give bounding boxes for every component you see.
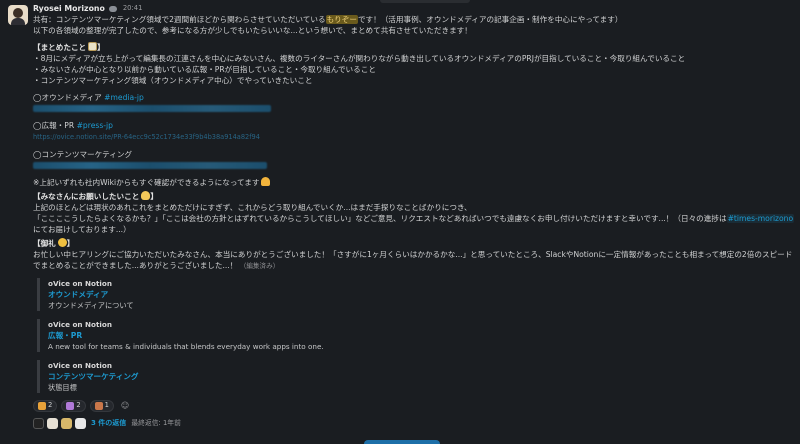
redacted-url-row <box>33 160 793 171</box>
reaction-count: 2 <box>76 401 81 409</box>
preview-title-link[interactable]: コンテンツマーケティング <box>48 371 793 382</box>
thread-avatar <box>75 418 86 429</box>
section-label: ◯広報・PR <box>33 121 75 130</box>
summary-item: ・コンテンツマーケティング領域（オウンドメディア中心）でやっていきたいこと <box>33 76 313 85</box>
request-line: 上記のほとんどは現状のあれこれをまとめただけにすぎず、これからどう取り組んでいく… <box>33 203 472 212</box>
books-icon <box>94 401 103 410</box>
summary-heading-text: 【まとめたこと <box>33 43 87 52</box>
preview-description: 状態目標 <box>48 383 77 392</box>
reaction-button[interactable]: 1 <box>89 399 114 412</box>
redacted-url-row <box>33 103 793 114</box>
thanks-heading: 【御礼 】 <box>33 238 793 249</box>
section-content-marketing: ◯コンテンツマーケティング <box>33 149 793 160</box>
reaction-count: 2 <box>48 401 53 409</box>
thanks-heading-text: 【御礼 <box>33 239 56 248</box>
request-line: にてお届けしております...） <box>33 225 131 234</box>
section-press: ◯広報・PR #press-jp <box>33 120 793 131</box>
thread-avatar <box>47 418 58 429</box>
link-preview[interactable]: oVice on Notion オウンドメディア オウンドメディアについて <box>37 278 793 311</box>
timestamp[interactable]: 20:41 <box>123 3 143 14</box>
thanks-line: でまとめることができました...ありがとうございました...！ （編集済み） <box>33 260 793 272</box>
memo-icon <box>88 42 98 51</box>
link-preview[interactable]: oVice on Notion 広報・PR A new tool for tea… <box>37 319 793 352</box>
summary-item: ・みないさんが中心となり以前から動いている広報・PRが目指していること・今取り組… <box>33 65 376 74</box>
bow-icon <box>57 238 67 247</box>
request-heading-end: 】 <box>150 192 158 201</box>
channel-link[interactable]: #press-jp <box>77 121 113 130</box>
reaction-count: 1 <box>104 401 109 409</box>
greeting-line-2: 以下の各領域の整理が完了したので、参考になる方が少しでもいたらいいな...という… <box>33 26 472 35</box>
greeting-text-end: です！（活用事例、オウンドメディアの記事企画・制作を中心にやってます） <box>357 15 623 24</box>
author-name[interactable]: Ryosei Morizono <box>33 3 105 14</box>
message: Ryosei Morizono 20:41 共有：コンテンツマーケティング領域で… <box>0 0 800 444</box>
add-reaction-icon[interactable]: ☺ <box>118 400 132 412</box>
pray-icon <box>141 191 151 200</box>
request-heading-text: 【みなさんにお願いしたいこと <box>33 192 140 201</box>
request-text: 「ここここうしたらよくなるかも？」「ここは会社の方針とはずれているからこうしてほ… <box>33 214 727 223</box>
person-icon <box>261 177 271 186</box>
redacted-link[interactable] <box>33 162 267 169</box>
thanks-heading-end: 】 <box>66 239 75 248</box>
reactions-bar: 2 2 1 ☺ <box>33 399 793 412</box>
press-url-row: https://ovice.notion.site/PR-64ecc9c52c1… <box>33 131 793 143</box>
preview-source: oVice on Notion <box>48 279 112 288</box>
channel-link[interactable]: #times-morizono <box>726 214 795 223</box>
channel-link[interactable]: #media-jp <box>104 93 144 102</box>
wiki-note-text: ※上記いずれも社内Wikiからもすぐ確認ができるようになってます <box>33 178 260 187</box>
avatar[interactable] <box>8 5 28 25</box>
edited-label: （編集済み） <box>239 262 280 270</box>
new-messages-pill[interactable] <box>364 440 440 444</box>
message-meta: Ryosei Morizono 20:41 <box>33 3 793 14</box>
summary-heading-end: 】 <box>97 43 105 52</box>
thanks-line: お忙しい中ヒアリングにご協力いただいたみなさん、本当にありがとうございました！「… <box>33 250 793 259</box>
summary-item: ・8月にメディアが立ち上がって編集長の江連さんを中心にみないさん、複数のライター… <box>33 54 686 63</box>
section-owned-media: ◯オウンドメディア #media-jp <box>33 92 793 103</box>
summary-heading: 【まとめたこと 】 <box>33 42 793 53</box>
reaction-button[interactable]: 2 <box>61 399 86 412</box>
thread-summary[interactable]: 3 件の返信 最終返信: 1年前 <box>33 417 793 430</box>
request-line: 「ここここうしたらよくなるかも？」「ここは会社の方針とはずれているからこうしてほ… <box>33 213 795 224</box>
highlighted-mention: もりぞー <box>325 15 358 24</box>
thread-last-reply: 最終返信: 1年前 <box>131 419 181 427</box>
thread-reply-count[interactable]: 3 件の返信 <box>91 418 126 429</box>
preview-title-link[interactable]: オウンドメディア <box>48 289 793 300</box>
thanks-text: でまとめることができました...ありがとうございました...！ <box>33 261 238 270</box>
party-popper-icon <box>38 401 46 410</box>
section-label: ◯コンテンツマーケティング <box>33 150 133 159</box>
preview-source: oVice on Notion <box>48 320 112 329</box>
preview-title-link[interactable]: 広報・PR <box>48 330 793 341</box>
thread-avatar <box>61 418 72 429</box>
sparkle-grid-icon <box>66 401 75 410</box>
reaction-button[interactable]: 2 <box>33 399 58 412</box>
status-emoji-icon <box>108 5 117 12</box>
redacted-link[interactable] <box>33 105 271 112</box>
preview-source: oVice on Notion <box>48 361 112 370</box>
wiki-note: ※上記いずれも社内Wikiからもすぐ確認ができるようになってます <box>33 177 793 188</box>
message-body: Ryosei Morizono 20:41 共有：コンテンツマーケティング領域で… <box>33 3 795 430</box>
request-heading: 【みなさんにお願いしたいこと 】 <box>33 191 793 202</box>
thread-avatar <box>33 418 44 429</box>
preview-description: オウンドメディアについて <box>48 301 134 310</box>
greeting-line: 共有：コンテンツマーケティング領域で2週間前ほどから関わらさせていただいているも… <box>33 14 793 25</box>
greeting-text: 共有：コンテンツマーケティング領域で2週間前ほどから関わらさせていただいている <box>33 15 326 24</box>
section-label: ◯オウンドメディア <box>33 93 102 102</box>
preview-description: A new tool for teams & individuals that … <box>48 342 324 351</box>
press-url-link[interactable]: https://ovice.notion.site/PR-64ecc9c52c1… <box>33 133 260 141</box>
link-preview[interactable]: oVice on Notion コンテンツマーケティング 状態目標 <box>37 360 793 393</box>
